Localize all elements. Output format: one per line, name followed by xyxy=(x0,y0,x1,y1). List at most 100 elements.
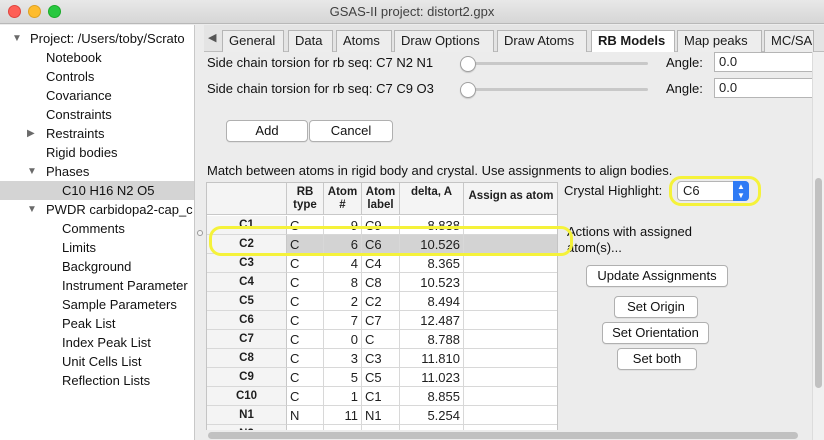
rb-type-cell[interactable]: C xyxy=(287,330,324,349)
col-header-atom-label[interactable]: Atom label xyxy=(362,183,400,215)
tree-item[interactable]: Limits xyxy=(62,238,96,257)
horizontal-scroll-thumb[interactable] xyxy=(208,432,798,439)
table-row-label[interactable]: C9 xyxy=(207,368,287,387)
expanded-arrow-icon[interactable]: ▼ xyxy=(27,200,37,219)
tree-item[interactable]: Covariance xyxy=(46,86,112,105)
rb-type-cell[interactable]: C xyxy=(287,311,324,330)
atom-num-cell[interactable]: 11 xyxy=(324,406,362,425)
set-both-button[interactable]: Set both xyxy=(617,348,697,370)
atom-match-table[interactable]: RB type Atom # Atom label delta, A Assign as… xyxy=(206,182,558,432)
tree-item[interactable]: Notebook xyxy=(46,48,102,67)
col-header-delta[interactable]: delta, A xyxy=(400,183,464,215)
tab-atoms[interactable]: Atoms xyxy=(336,30,392,52)
col-header-rb-type[interactable]: RB type xyxy=(287,183,324,215)
update-assignments-button[interactable]: Update Assignments xyxy=(586,265,728,287)
cancel-button[interactable]: Cancel xyxy=(309,120,393,142)
atom-num-cell[interactable]: 7 xyxy=(324,311,362,330)
atom-label-cell[interactable]: C1 xyxy=(362,387,400,406)
table-row-label[interactable]: C8 xyxy=(207,349,287,368)
tree-item[interactable]: Peak List xyxy=(62,314,115,333)
atom-label-cell[interactable]: C xyxy=(362,330,400,349)
atom-num-cell[interactable]: 5 xyxy=(324,368,362,387)
collapsed-arrow-icon[interactable]: ▶ xyxy=(27,124,35,143)
atom-label-cell[interactable]: C5 xyxy=(362,368,400,387)
assign-cell[interactable] xyxy=(464,387,557,406)
atom-num-cell[interactable]: 2 xyxy=(324,292,362,311)
assign-cell[interactable] xyxy=(464,349,557,368)
torsion-slider-track[interactable] xyxy=(466,62,648,65)
table-row-label[interactable]: C7 xyxy=(207,330,287,349)
set-origin-button[interactable]: Set Origin xyxy=(614,296,698,318)
rb-type-cell[interactable]: C xyxy=(287,254,324,273)
tree-item[interactable]: Index Peak List xyxy=(62,333,151,352)
torsion-slider-knob[interactable] xyxy=(460,56,476,72)
delta-cell[interactable]: 8.494 xyxy=(400,292,464,311)
tree-item[interactable]: Constraints xyxy=(46,105,112,124)
splitter-handle-icon[interactable] xyxy=(197,230,203,236)
rb-type-cell[interactable]: C xyxy=(287,368,324,387)
tab-rb-models[interactable]: RB Models xyxy=(591,30,675,53)
tree-item[interactable]: C10 H16 N2 O5 xyxy=(62,181,155,200)
table-row-label[interactable]: C10 xyxy=(207,387,287,406)
torsion-slider-track[interactable] xyxy=(466,88,648,91)
set-orientation-button[interactable]: Set Orientation xyxy=(602,322,709,344)
delta-cell[interactable]: 5.254 xyxy=(400,406,464,425)
angle-input[interactable]: 0.0 xyxy=(714,78,814,98)
delta-cell[interactable]: 8.788 xyxy=(400,330,464,349)
table-row-label[interactable]: N1 xyxy=(207,406,287,425)
col-header-assign[interactable]: Assign as atom xyxy=(464,183,557,215)
tree-item[interactable]: Phases xyxy=(46,162,89,181)
atom-label-cell[interactable]: C7 xyxy=(362,311,400,330)
tree-item[interactable]: Restraints xyxy=(46,124,105,143)
tab-map-peaks[interactable]: Map peaks xyxy=(677,30,762,52)
vertical-scroll-thumb[interactable] xyxy=(815,178,822,388)
table-row-label[interactable]: C6 xyxy=(207,311,287,330)
atom-num-cell[interactable]: 1 xyxy=(324,387,362,406)
table-row-label[interactable]: C4 xyxy=(207,273,287,292)
tab-general[interactable]: General xyxy=(222,30,284,52)
delta-cell[interactable]: 11.810 xyxy=(400,349,464,368)
tree-item[interactable]: Sample Parameters xyxy=(62,295,177,314)
atom-label-cell[interactable]: C8 xyxy=(362,273,400,292)
atom-label-cell[interactable]: C3 xyxy=(362,349,400,368)
rb-type-cell[interactable]: N xyxy=(287,406,324,425)
atom-num-cell[interactable]: 0 xyxy=(324,330,362,349)
tab-scroll-left-icon[interactable]: ◀ xyxy=(208,31,216,44)
table-row-label[interactable]: C3 xyxy=(207,254,287,273)
assign-cell[interactable] xyxy=(464,311,557,330)
expanded-arrow-icon[interactable]: ▼ xyxy=(12,29,22,48)
add-button[interactable]: Add xyxy=(226,120,308,142)
table-row-label[interactable]: C5 xyxy=(207,292,287,311)
rb-type-cell[interactable]: C xyxy=(287,349,324,368)
delta-cell[interactable]: 8.855 xyxy=(400,387,464,406)
tree-item[interactable]: PWDR carbidopa2-cap_c xyxy=(46,200,193,219)
tab-data[interactable]: Data xyxy=(288,30,333,52)
atom-num-cell[interactable]: 4 xyxy=(324,254,362,273)
tab-draw-atoms[interactable]: Draw Atoms xyxy=(497,30,587,52)
tree-item[interactable]: Unit Cells List xyxy=(62,352,141,371)
rb-type-cell[interactable]: C xyxy=(287,387,324,406)
delta-cell[interactable]: 11.023 xyxy=(400,368,464,387)
tree-item[interactable]: Background xyxy=(62,257,131,276)
rb-type-cell[interactable]: C xyxy=(287,273,324,292)
tree-item[interactable]: Project: /Users/toby/Scrato xyxy=(30,29,185,48)
assign-cell[interactable] xyxy=(464,292,557,311)
delta-cell[interactable]: 8.365 xyxy=(400,254,464,273)
tree-item[interactable]: Reflection Lists xyxy=(62,371,150,390)
atom-num-cell[interactable]: 8 xyxy=(324,273,362,292)
assign-cell[interactable] xyxy=(464,368,557,387)
torsion-slider-knob[interactable] xyxy=(460,82,476,98)
col-header-atom-num[interactable]: Atom # xyxy=(324,183,362,215)
angle-input[interactable]: 0.0 xyxy=(714,52,814,72)
atom-num-cell[interactable]: 3 xyxy=(324,349,362,368)
tree-item[interactable]: Instrument Parameter xyxy=(62,276,188,295)
atom-label-cell[interactable]: C4 xyxy=(362,254,400,273)
delta-cell[interactable]: 10.523 xyxy=(400,273,464,292)
tab-draw-options[interactable]: Draw Options xyxy=(394,30,494,52)
assign-cell[interactable] xyxy=(464,273,557,292)
data-tree[interactable]: ▼ Project: /Users/toby/Scrato Notebook Cont… xyxy=(0,25,195,440)
tree-item[interactable]: Comments xyxy=(62,219,125,238)
tree-item[interactable]: Controls xyxy=(46,67,94,86)
assign-cell[interactable] xyxy=(464,406,557,425)
expanded-arrow-icon[interactable]: ▼ xyxy=(27,162,37,181)
